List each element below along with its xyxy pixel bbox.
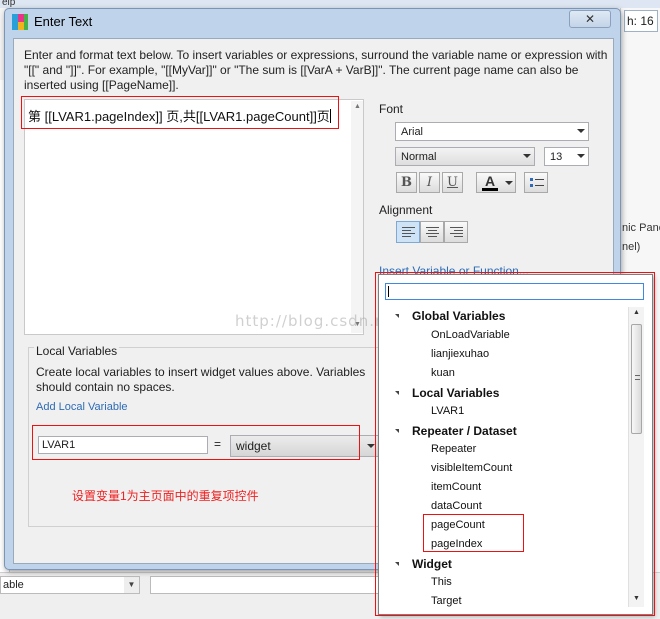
height-value: 16 <box>640 14 654 28</box>
underline-button[interactable]: U <box>442 172 463 193</box>
align-left-icon <box>402 227 415 238</box>
font-color-swatch <box>482 188 498 191</box>
font-label: Font <box>379 102 404 116</box>
help-menu[interactable]: elp <box>2 0 15 8</box>
text-editor[interactable]: 第 [[LVAR1.pageIndex]] 页,共[[LVAR1.pageCou… <box>24 99 364 335</box>
align-right-icon <box>450 227 463 238</box>
chevron-down-icon <box>523 154 531 158</box>
app-icon <box>12 14 28 30</box>
local-variables-title: Local Variables <box>34 344 120 358</box>
background-bottom-combo[interactable]: able <box>0 576 140 594</box>
align-center-icon <box>426 227 439 238</box>
highlight-box-editor <box>21 96 339 129</box>
background-panel-text: nel) <box>622 241 641 253</box>
font-family-select[interactable]: Arial <box>395 122 589 141</box>
editor-scrollbar[interactable]: ▲ ▼ <box>351 101 363 333</box>
font-color-icon: A <box>485 173 496 189</box>
instructions-text: Enter and format text below. To insert v… <box>24 48 608 92</box>
bullet-list-icon <box>530 178 544 188</box>
italic-button[interactable]: I <box>419 172 440 193</box>
align-center-button[interactable] <box>420 221 444 243</box>
bullet-list-button[interactable] <box>524 172 548 193</box>
background-top-strip <box>0 0 660 8</box>
scroll-up-icon[interactable]: ▲ <box>354 103 361 110</box>
dialog-titlebar[interactable]: Enter Text ✕ <box>5 9 620 34</box>
chevron-down-icon <box>367 444 375 448</box>
close-button[interactable]: ✕ <box>569 10 611 28</box>
highlight-box-page-items <box>423 514 524 552</box>
highlight-box-menu <box>375 272 655 616</box>
chevron-down-icon <box>505 181 513 185</box>
height-label: h: <box>627 14 638 28</box>
local-variables-description: Create local variables to insert widget … <box>36 365 366 394</box>
font-size-select[interactable]: 13 <box>544 147 589 166</box>
height-field[interactable]: h: 16 <box>624 10 658 32</box>
alignment-label: Alignment <box>379 203 433 217</box>
align-right-button[interactable] <box>444 221 468 243</box>
font-color-button[interactable]: A <box>476 172 516 193</box>
chevron-down-icon[interactable]: ▼ <box>124 577 139 593</box>
chevron-down-icon <box>577 154 585 158</box>
highlight-box-local-variable <box>32 425 360 460</box>
dialog-title: Enter Text <box>34 14 93 29</box>
bold-button[interactable]: B <box>396 172 417 193</box>
chevron-down-icon <box>577 129 585 133</box>
add-local-variable-link[interactable]: Add Local Variable <box>36 401 128 413</box>
background-panel-text: nic Panel <box>622 222 660 234</box>
font-style-select[interactable]: Normal <box>395 147 535 166</box>
align-left-button[interactable] <box>396 221 420 243</box>
close-icon: ✕ <box>584 12 596 26</box>
annotation-text: 设置变量1为主页面中的重复项控件 <box>72 489 259 503</box>
